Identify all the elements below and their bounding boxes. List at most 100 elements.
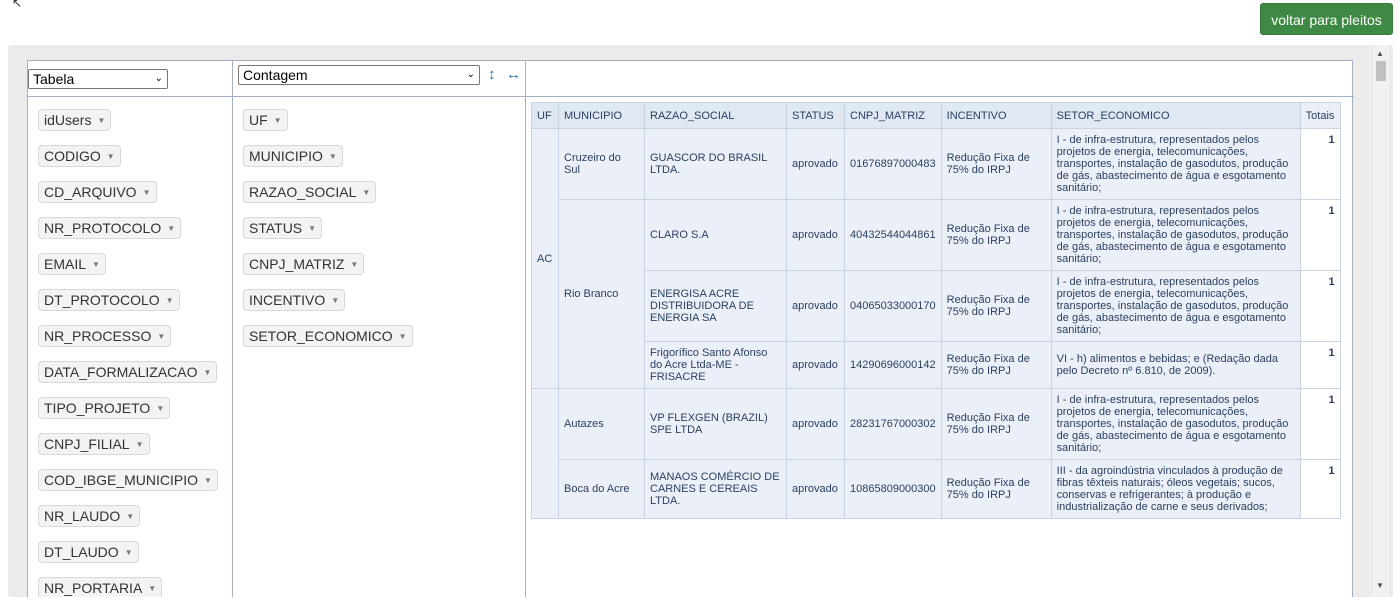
unused-field-pill[interactable]: TIPO_PROJETO ▼ [38,397,171,419]
setor-cell: I - de infra-estrutura, representados pe… [1050,388,1301,460]
dropdown-triangle-icon[interactable]: ▼ [107,152,115,161]
status-cell: aprovado [786,270,845,342]
unused-field-pill[interactable]: NR_LAUDO ▼ [38,505,141,527]
incentivo-cell: Redução Fixa de 75% do IRPJ [940,341,1052,389]
aggregator-cell: Contagem ⌄ ↕ ↔ [233,61,526,97]
unused-field-pill[interactable]: COD_IBGE_MUNICIPIO ▼ [38,469,218,491]
unused-field-pill-label: EMAIL [44,256,87,272]
table-row: Autazes VP FLEXGEN (BRAZIL) SPE LTDA apr… [531,388,1341,519]
row-field-pill-label: RAZAO_SOCIAL [249,184,357,200]
unused-field-pill[interactable]: EMAIL ▼ [38,253,106,275]
row-fields-area[interactable]: UF ▼ MUNICIPIO ▼ RAZAO_SOCIAL ▼ STATUS ▼ CNPJ_MA… [233,97,526,597]
unused-field-pill-label: idUsers [44,112,92,128]
dropdown-triangle-icon[interactable]: ▼ [399,332,407,341]
unused-field-pill[interactable]: NR_PORTARIA ▼ [38,577,163,597]
row-field-pill[interactable]: CNPJ_MATRIZ ▼ [243,253,365,275]
unused-field-pill[interactable]: DT_LAUDO ▼ [38,541,139,563]
unused-field-pill[interactable]: CD_ARQUIVO ▼ [38,181,157,203]
unused-field-pill[interactable]: idUsers ▼ [38,109,112,131]
chevron-down-icon: ⌄ [466,69,475,80]
row-field-pill[interactable]: RAZAO_SOCIAL ▼ [243,181,377,203]
unused-field-pill[interactable]: DATA_FORMALIZACAO ▼ [38,361,218,383]
cnpj-cell: 01676897000483 [844,128,942,200]
razao-social-cell: ENERGISA ACRE DISTRIBUIDORA DE ENERGIA S… [644,270,787,342]
row-field-pill[interactable]: INCENTIVO ▼ [243,289,346,311]
scrollbar-thumb[interactable] [1376,61,1386,81]
dropdown-triangle-icon[interactable]: ▼ [92,260,100,269]
column-fields-dropzone[interactable] [526,61,1354,97]
dropdown-triangle-icon[interactable]: ▼ [308,224,316,233]
dropdown-triangle-icon[interactable]: ▼ [157,332,165,341]
dropdown-triangle-icon[interactable]: ▼ [97,116,105,125]
cnpj-cell: 28231767000302 [844,388,942,460]
row-field-pill-label: CNPJ_MATRIZ [249,256,345,272]
horizontal-arrows-icon[interactable]: ↔ [506,66,521,83]
scroll-down-icon[interactable]: ▼ [1376,581,1384,590]
unused-field-pill-label: TIPO_PROJETO [44,400,151,416]
setor-cell: VI - h) alimentos e bebidas; e (Redação … [1050,341,1301,389]
unused-field-pill[interactable]: NR_PROTOCOLO ▼ [38,217,182,239]
dropdown-triangle-icon[interactable]: ▼ [331,296,339,305]
scroll-up-icon[interactable]: ▲ [1376,49,1384,58]
total-cell: 1 [1299,341,1341,389]
dropdown-triangle-icon[interactable]: ▼ [166,296,174,305]
status-cell: aprovado [786,341,845,389]
unused-field-pill[interactable]: NR_PROCESSO ▼ [38,325,172,347]
dropdown-triangle-icon[interactable]: ▼ [362,188,370,197]
unused-field-pill[interactable]: DT_PROTOCOLO ▼ [38,289,180,311]
status-cell: aprovado [786,388,845,460]
unused-field-pill[interactable]: CODIGO ▼ [38,145,121,167]
table-row: Frigorífico Santo Afonso do Acre Ltda-ME… [532,341,1341,389]
column-header: MUNICIPIO [558,102,645,129]
table-row: AC Cruzeiro do Sul GUASCOR DO BRASIL LTD… [531,128,1341,389]
row-field-pill-label: STATUS [249,220,303,236]
table-row: Boca do Acre MANAOS COMÉRCIO DE CARNES E… [532,459,1341,519]
dropdown-triangle-icon[interactable]: ▼ [156,404,164,413]
dropdown-triangle-icon[interactable]: ▼ [125,548,133,557]
incentivo-cell: Redução Fixa de 75% do IRPJ [940,388,1052,460]
row-field-pill[interactable]: MUNICIPIO ▼ [243,145,343,167]
dropdown-triangle-icon[interactable]: ▼ [204,476,212,485]
dropdown-triangle-icon[interactable]: ▼ [143,188,151,197]
cnpj-cell: 40432544044861 [844,199,942,271]
dropdown-triangle-icon[interactable]: ▼ [274,116,282,125]
dropdown-triangle-icon[interactable]: ▼ [167,224,175,233]
cnpj-cell: 14290696000142 [844,341,942,389]
dropdown-triangle-icon[interactable]: ▼ [329,152,337,161]
razao-social-cell: VP FLEXGEN (BRAZIL) SPE LTDA [644,388,787,460]
vertical-scrollbar[interactable]: ▲ ▼ [1373,45,1389,597]
row-field-pill[interactable]: UF ▼ [243,109,288,131]
chevron-down-icon: ⌄ [154,73,163,84]
dropdown-triangle-icon[interactable]: ▼ [350,260,358,269]
unused-field-pill[interactable]: CNPJ_FILIAL ▼ [38,433,150,455]
pivot-table-ui: Tabela ⌄ Contagem ⌄ ↕ ↔ idUsers ▼ CODIGO ▼ C… [27,60,1354,597]
aggregator-select[interactable]: Contagem ⌄ [238,65,480,85]
unused-field-pill-label: CODIGO [44,148,101,164]
setor-cell: III - da agroindústria vinculados à prod… [1050,459,1301,519]
dropdown-triangle-icon[interactable]: ▼ [204,368,212,377]
row-field-pill[interactable]: SETOR_ECONOMICO ▼ [243,325,413,347]
dropdown-triangle-icon[interactable]: ▼ [136,440,144,449]
unused-field-pill-label: NR_LAUDO [44,508,121,524]
table-row: ENERGISA ACRE DISTRIBUIDORA DE ENERGIA S… [532,270,1341,342]
pivot-result-table: UF MUNICIPIO RAZAO_SOCIAL STATUS CNPJ_MA… [531,102,1341,519]
uf-cell [531,388,559,519]
unused-field-pill-label: DT_PROTOCOLO [44,292,160,308]
renderer-select[interactable]: Tabela ⌄ [28,69,168,89]
unused-field-pill-label: CD_ARQUIVO [44,184,137,200]
row-field-pill-label: SETOR_ECONOMICO [249,328,393,344]
table-row: Rio Branco CLARO S.A aprovado 4043254404… [532,199,1341,389]
setor-cell: I - de infra-estrutura, representados pe… [1050,128,1301,200]
renderer-select-value: Tabela [33,71,75,87]
dropdown-triangle-icon[interactable]: ▼ [148,584,156,593]
dropdown-triangle-icon[interactable]: ▼ [126,512,134,521]
row-field-pill[interactable]: STATUS ▼ [243,217,323,239]
back-to-requests-button[interactable]: voltar para pleitos [1260,3,1393,35]
razao-social-cell: MANAOS COMÉRCIO DE CARNES E CEREAIS LTDA… [644,459,787,519]
unused-fields-area[interactable]: idUsers ▼ CODIGO ▼ CD_ARQUIVO ▼ NR_PROTOCOLO ▼ E… [28,97,233,597]
vertical-arrows-icon[interactable]: ↕ [488,66,496,83]
unused-field-pill-label: DT_LAUDO [44,544,119,560]
row-field-pill-label: INCENTIVO [249,292,326,308]
unused-field-pill-label: NR_PROCESSO [44,328,152,344]
column-header: CNPJ_MATRIZ [844,102,942,129]
